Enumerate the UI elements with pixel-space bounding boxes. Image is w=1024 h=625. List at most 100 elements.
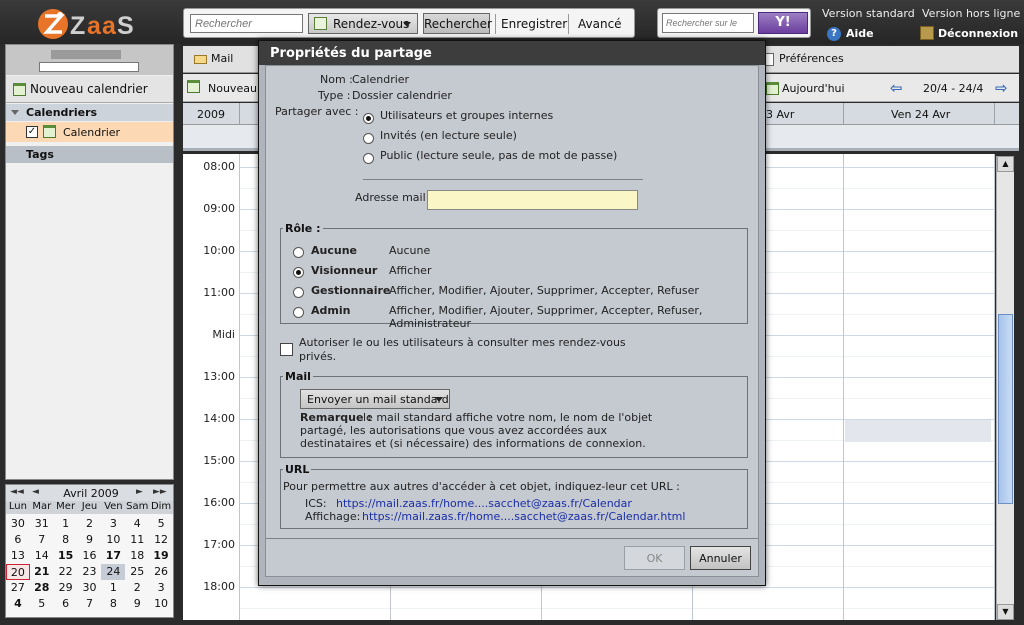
mini-calendar-day[interactable]: 3 bbox=[149, 580, 173, 596]
next-week-icon[interactable]: ⇨ bbox=[995, 79, 1008, 97]
mini-calendar-day[interactable]: 7 bbox=[78, 596, 102, 612]
mini-calendar-day[interactable]: 9 bbox=[125, 596, 149, 612]
prev-year-icon[interactable]: ◄◄ bbox=[10, 487, 24, 497]
mini-calendar-day[interactable]: 31 bbox=[30, 516, 54, 532]
time-slot-highlight[interactable] bbox=[845, 420, 991, 442]
mini-calendar-day[interactable]: 16 bbox=[78, 548, 102, 564]
cancel-button[interactable]: Annuler bbox=[690, 546, 751, 570]
mini-calendar-day[interactable]: 6 bbox=[54, 596, 78, 612]
role-none-label[interactable]: Aucune bbox=[311, 244, 357, 257]
logout-link[interactable]: Déconnexion bbox=[938, 27, 1018, 40]
mini-calendar-day[interactable]: 28 bbox=[30, 580, 54, 596]
private-appointments-checkbox[interactable] bbox=[280, 343, 293, 356]
role-admin-label[interactable]: Admin bbox=[311, 304, 350, 317]
grid-scrollbar[interactable]: ▲ ▼ bbox=[996, 156, 1014, 620]
today-button[interactable]: Aujourd'hui bbox=[782, 82, 845, 95]
ok-button[interactable]: OK bbox=[624, 546, 685, 570]
help-icon[interactable]: ? bbox=[827, 27, 841, 41]
view-url-link[interactable]: https://mail.zaas.fr/home....sacchet@zaa… bbox=[362, 510, 685, 523]
mini-calendar-day[interactable]: 2 bbox=[125, 580, 149, 596]
tab-preferences[interactable]: Préférences bbox=[779, 52, 844, 65]
calendar-item[interactable]: ✓ Calendrier bbox=[6, 122, 173, 142]
tags-header[interactable]: Tags bbox=[6, 146, 173, 163]
mini-calendar-day[interactable]: 24 bbox=[101, 564, 126, 580]
mini-calendar-day[interactable]: 7 bbox=[30, 532, 54, 548]
mini-calendar-day[interactable]: 29 bbox=[54, 580, 78, 596]
mini-calendar-day[interactable]: 1 bbox=[101, 580, 125, 596]
tab-mail[interactable]: Mail bbox=[185, 46, 241, 72]
save-search-button[interactable]: Enregistrer bbox=[501, 17, 567, 31]
new-appointment-button[interactable]: Nouveau bbox=[187, 82, 257, 95]
share-internal-label[interactable]: Utilisateurs et groupes internes bbox=[380, 109, 553, 122]
next-month-icon[interactable]: ► bbox=[136, 487, 143, 497]
role-none-radio[interactable] bbox=[293, 247, 304, 258]
mini-calendar-day[interactable]: 9 bbox=[78, 532, 102, 548]
search-type-dropdown[interactable]: Rendez-vous bbox=[308, 13, 418, 34]
mini-calendar-title[interactable]: Avril 2009 bbox=[61, 487, 121, 500]
prev-week-icon[interactable]: ⇦ bbox=[890, 79, 903, 97]
scroll-up-icon[interactable]: ▲ bbox=[997, 156, 1014, 172]
mini-calendar-day[interactable]: 3 bbox=[101, 516, 125, 532]
ics-url-link[interactable]: https://mail.zaas.fr/home....sacchet@zaa… bbox=[336, 497, 632, 510]
mini-calendar-day[interactable]: 27 bbox=[6, 580, 30, 596]
collapse-arrow-icon[interactable] bbox=[11, 110, 19, 115]
prev-month-icon[interactable]: ◄ bbox=[32, 487, 39, 497]
role-admin-radio[interactable] bbox=[293, 307, 304, 318]
yahoo-search-button[interactable]: Y! bbox=[758, 12, 808, 34]
role-viewer-radio[interactable] bbox=[293, 267, 304, 278]
web-search-input[interactable] bbox=[662, 13, 754, 33]
mini-calendar-day[interactable]: 19 bbox=[149, 548, 173, 564]
private-line-1[interactable]: Autoriser le ou les utilisateurs à consu… bbox=[299, 336, 626, 349]
mini-calendar-day[interactable]: 4 bbox=[6, 596, 30, 612]
share-internal-radio[interactable] bbox=[363, 113, 374, 124]
mini-calendar-day[interactable]: 1 bbox=[54, 516, 78, 532]
scroll-down-icon[interactable]: ▼ bbox=[997, 604, 1014, 620]
mini-calendar-day[interactable]: 25 bbox=[125, 564, 149, 580]
mini-calendar-day[interactable]: 10 bbox=[149, 596, 173, 612]
day-header-fri[interactable]: Ven 24 Avr bbox=[891, 108, 950, 121]
mini-calendar-day[interactable]: 14 bbox=[30, 548, 54, 564]
logout-icon[interactable] bbox=[920, 26, 934, 40]
role-manager-label[interactable]: Gestionnaire bbox=[311, 284, 390, 297]
share-guests-radio[interactable] bbox=[363, 133, 374, 144]
share-public-label[interactable]: Public (lecture seule, pas de mot de pas… bbox=[380, 149, 617, 162]
mini-calendar-day[interactable]: 6 bbox=[6, 532, 30, 548]
calendars-header[interactable]: Calendriers bbox=[6, 104, 173, 121]
dialog-title[interactable]: Propriétés du partage bbox=[259, 41, 765, 65]
pane-splitter[interactable] bbox=[176, 44, 182, 620]
calendar-checkbox[interactable]: ✓ bbox=[26, 126, 38, 138]
mini-calendar-day[interactable]: 8 bbox=[54, 532, 78, 548]
help-link[interactable]: Aide bbox=[846, 27, 874, 40]
mail-type-dropdown[interactable]: Envoyer un mail standard bbox=[300, 389, 450, 409]
new-calendar-button[interactable]: Nouveau calendrier bbox=[6, 76, 173, 103]
day-header-thu[interactable]: 3 Avr bbox=[766, 108, 794, 121]
mini-calendar-day[interactable]: 12 bbox=[149, 532, 173, 548]
mini-calendar-day[interactable]: 18 bbox=[125, 548, 149, 564]
offline-version-link[interactable]: Version hors ligne bbox=[922, 7, 1020, 20]
next-year-icon[interactable]: ►► bbox=[153, 487, 167, 497]
role-manager-radio[interactable] bbox=[293, 287, 304, 298]
mini-calendar-day[interactable]: 30 bbox=[78, 580, 102, 596]
advanced-search-button[interactable]: Avancé bbox=[578, 17, 622, 31]
search-input[interactable] bbox=[190, 14, 303, 33]
mini-calendar-day[interactable]: 4 bbox=[125, 516, 149, 532]
private-line-2[interactable]: privés. bbox=[299, 350, 336, 363]
mini-calendar-day[interactable]: 10 bbox=[101, 532, 125, 548]
mini-calendar-day[interactable]: 5 bbox=[149, 516, 173, 532]
mini-calendar-day[interactable]: 11 bbox=[125, 532, 149, 548]
mini-calendar-day[interactable]: 20 bbox=[6, 564, 30, 580]
share-public-radio[interactable] bbox=[363, 153, 374, 164]
mini-calendar-day[interactable]: 2 bbox=[78, 516, 102, 532]
mini-calendar-day[interactable]: 23 bbox=[78, 564, 102, 580]
share-guests-label[interactable]: Invités (en lecture seule) bbox=[380, 129, 517, 142]
mini-calendar-day[interactable]: 30 bbox=[6, 516, 30, 532]
standard-version-link[interactable]: Version standard bbox=[822, 7, 915, 20]
mail-address-input[interactable] bbox=[427, 190, 638, 210]
mini-calendar-day[interactable]: 13 bbox=[6, 548, 30, 564]
mini-calendar-day[interactable]: 5 bbox=[30, 596, 54, 612]
search-button[interactable]: Rechercher bbox=[423, 13, 492, 34]
mini-calendar-day[interactable]: 17 bbox=[101, 548, 125, 564]
scroll-thumb[interactable] bbox=[998, 314, 1013, 504]
role-viewer-label[interactable]: Visionneur bbox=[311, 264, 377, 277]
mini-calendar-day[interactable]: 8 bbox=[101, 596, 125, 612]
